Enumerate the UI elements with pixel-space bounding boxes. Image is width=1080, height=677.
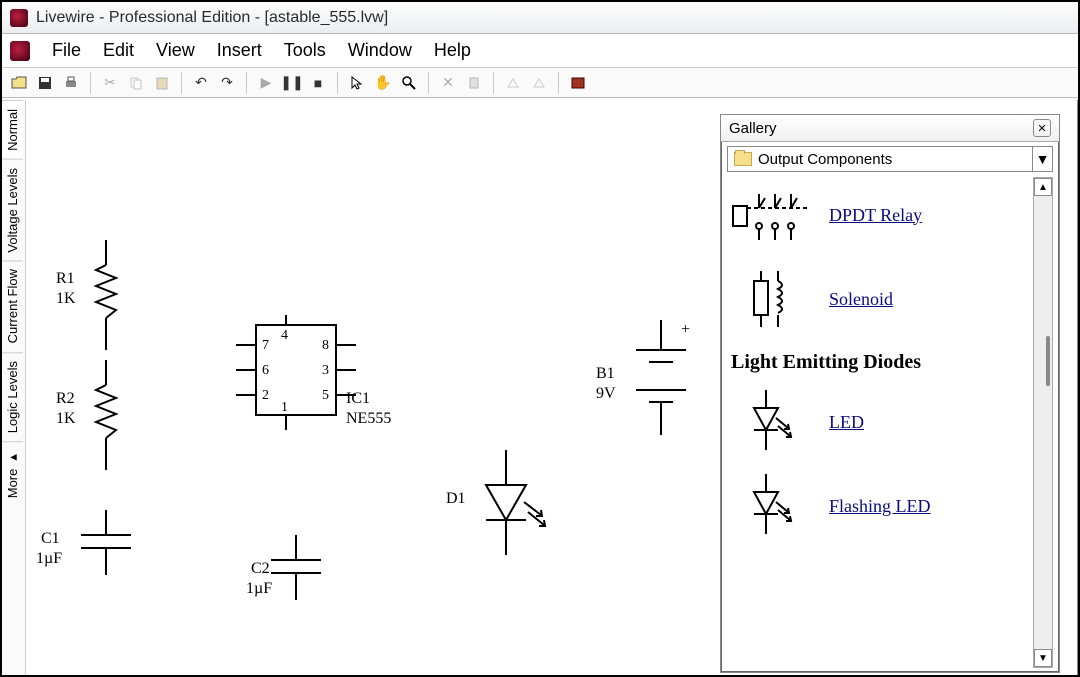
led-icon — [731, 392, 811, 452]
label-ic1-val: NE555 — [346, 410, 391, 428]
redo-icon[interactable]: ↷ — [216, 72, 238, 94]
menu-help[interactable]: Help — [424, 36, 481, 65]
label-b1-ref: B1 — [596, 365, 615, 383]
gallery-item-label: LED — [829, 412, 864, 433]
tab-more[interactable]: More ▸ — [2, 441, 23, 506]
gallery-scrollbar[interactable]: ▲ ▼ — [1033, 177, 1053, 668]
zoom-icon[interactable] — [398, 72, 420, 94]
toolbar: ✂ ↶ ↷ ▶ ❚❚ ■ ✋ ✕ — [2, 68, 1078, 98]
rotate-left-icon[interactable] — [502, 72, 524, 94]
window-titlebar: Livewire - Professional Edition - [astab… — [2, 2, 1078, 34]
gallery-item-label: Solenoid — [829, 289, 893, 310]
tab-voltage-levels[interactable]: Voltage Levels — [2, 159, 23, 261]
component-ic-ne555[interactable]: 7 6 2 8 3 5 4 1 — [226, 315, 366, 435]
svg-text:7: 7 — [262, 338, 269, 353]
svg-text:+: + — [681, 321, 690, 338]
gallery-item-label: DPDT Relay — [829, 205, 922, 226]
window-title: Livewire - Professional Edition - [astab… — [36, 9, 388, 27]
scroll-up-icon[interactable]: ▲ — [1034, 178, 1052, 196]
print-icon[interactable] — [60, 72, 82, 94]
svg-text:2: 2 — [262, 388, 269, 403]
stop-icon[interactable]: ■ — [307, 72, 329, 94]
label-c2-val: 1µF — [246, 580, 272, 598]
menu-tools[interactable]: Tools — [274, 36, 336, 65]
label-r1-val: 1K — [56, 290, 76, 308]
menu-window[interactable]: Window — [338, 36, 422, 65]
book-icon[interactable] — [567, 72, 589, 94]
separator — [493, 72, 494, 94]
label-r1-ref: R1 — [56, 270, 75, 288]
svg-text:5: 5 — [322, 388, 329, 403]
label-c1-val: 1µF — [36, 550, 62, 568]
gallery-title-text: Gallery — [729, 120, 777, 137]
led-icon — [731, 476, 811, 536]
menu-file[interactable]: File — [42, 36, 91, 65]
label-c1-ref: C1 — [41, 530, 60, 548]
label-ic1-ref: IC1 — [346, 390, 370, 408]
gallery-item-flashing-led[interactable]: Flashing LED — [727, 468, 1031, 552]
pause-icon[interactable]: ❚❚ — [281, 72, 303, 94]
cut-icon[interactable]: ✂ — [99, 72, 121, 94]
label-c2-ref: C2 — [251, 560, 270, 578]
pointer-icon[interactable] — [346, 72, 368, 94]
separator — [181, 72, 182, 94]
gallery-list: DPDT Relay Solenoid Light Emitting Diode… — [727, 177, 1031, 668]
menu-view[interactable]: View — [146, 36, 205, 65]
gallery-item-dpdt-relay[interactable]: DPDT Relay — [727, 177, 1031, 261]
svg-text:6: 6 — [262, 363, 269, 378]
label-b1-val: 9V — [596, 385, 616, 403]
svg-text:3: 3 — [322, 363, 329, 378]
delete-icon[interactable]: ✕ — [437, 72, 459, 94]
component-led-d1[interactable] — [466, 450, 566, 560]
menu-edit[interactable]: Edit — [93, 36, 144, 65]
tab-normal[interactable]: Normal — [2, 100, 23, 159]
separator — [558, 72, 559, 94]
solenoid-icon — [731, 269, 811, 329]
app-icon-small — [10, 41, 30, 61]
component-resistor-r1[interactable] — [91, 240, 121, 350]
separator — [337, 72, 338, 94]
save-icon[interactable] — [34, 72, 56, 94]
label-r2-ref: R2 — [56, 390, 75, 408]
component-resistor-r2[interactable] — [91, 360, 121, 470]
pan-icon[interactable]: ✋ — [372, 72, 394, 94]
tab-logic-levels[interactable]: Logic Levels — [2, 352, 23, 441]
relay-icon — [731, 185, 811, 245]
gallery-item-label: Flashing LED — [829, 496, 931, 517]
paste-icon[interactable] — [151, 72, 173, 94]
component-battery-b1[interactable]: + — [621, 320, 701, 440]
open-icon[interactable] — [8, 72, 30, 94]
play-icon[interactable]: ▶ — [255, 72, 277, 94]
gallery-section-heading: Light Emitting Diodes — [727, 345, 1031, 384]
folder-icon — [734, 152, 752, 166]
svg-text:4: 4 — [281, 328, 288, 343]
component-capacitor-c1[interactable] — [66, 510, 146, 580]
close-icon[interactable]: ✕ — [1033, 119, 1051, 137]
separator — [246, 72, 247, 94]
menubar: File Edit View Insert Tools Window Help — [2, 34, 1078, 68]
separator — [428, 72, 429, 94]
tab-current-flow[interactable]: Current Flow — [2, 260, 23, 351]
svg-text:1: 1 — [281, 400, 288, 415]
gallery-panel: Gallery ✕ Output Components ▼ DPDT Relay — [720, 114, 1060, 673]
gallery-item-led[interactable]: LED — [727, 384, 1031, 468]
chip-icon[interactable] — [463, 72, 485, 94]
chevron-down-icon[interactable]: ▼ — [1032, 147, 1052, 171]
separator — [90, 72, 91, 94]
rotate-right-icon[interactable] — [528, 72, 550, 94]
side-tabs: Normal Voltage Levels Current Flow Logic… — [2, 100, 26, 675]
label-r2-val: 1K — [56, 410, 76, 428]
menu-insert[interactable]: Insert — [207, 36, 272, 65]
undo-icon[interactable]: ↶ — [190, 72, 212, 94]
svg-text:8: 8 — [322, 338, 329, 353]
scroll-thumb[interactable] — [1046, 336, 1050, 386]
scroll-down-icon[interactable]: ▼ — [1034, 649, 1052, 667]
app-icon — [10, 9, 28, 27]
gallery-category-dropdown[interactable]: Output Components ▼ — [727, 146, 1053, 172]
label-d1-ref: D1 — [446, 490, 466, 508]
copy-icon[interactable] — [125, 72, 147, 94]
gallery-category-label: Output Components — [758, 151, 1032, 168]
gallery-item-solenoid[interactable]: Solenoid — [727, 261, 1031, 345]
